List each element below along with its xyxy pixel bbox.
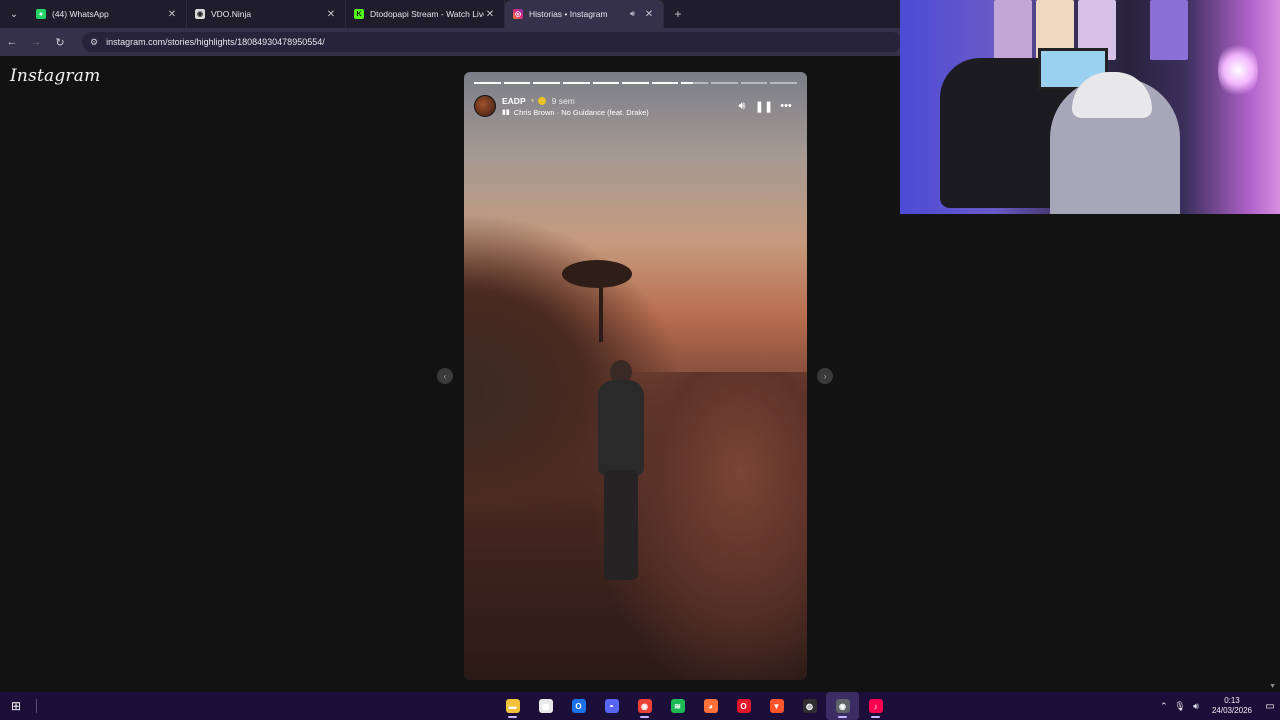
speaker-icon[interactable]: 🔊︎ — [1188, 701, 1204, 712]
volume-icon[interactable]: 🔊︎ — [731, 100, 753, 113]
previous-story-arrow-icon[interactable]: ‹ — [437, 368, 453, 384]
taskbar-app-button[interactable]: ◓ — [595, 692, 628, 720]
url-text: instagram.com/stories/highlights/1808493… — [106, 37, 325, 47]
obs-icon: ◍ — [802, 699, 817, 713]
story-progress-segment — [740, 82, 768, 84]
story-time-ago: 9 sem — [551, 95, 575, 106]
speaker-icon[interactable]: 🔊︎ — [630, 9, 635, 19]
outlook-icon: O — [571, 699, 586, 713]
story-username[interactable]: EADP — [502, 96, 526, 106]
story-progress-segment — [651, 82, 679, 84]
taskbar-app-button[interactable]: ♪ — [859, 692, 892, 720]
discord-icon: ◓ — [604, 699, 619, 713]
story-song[interactable]: Chris Brown · No Guidance (feat. Drake) — [514, 108, 649, 117]
lamp-glow — [1218, 40, 1258, 100]
story-progress-segment — [474, 82, 501, 84]
more-options-icon[interactable]: ••• — [775, 100, 797, 112]
music-bars-icon: ▮▮ — [502, 109, 510, 116]
tab-title: VDO.Ninja — [211, 9, 252, 19]
reload-icon[interactable]: ↻ — [48, 36, 72, 49]
taskbar-separator — [36, 699, 37, 713]
chrome-canary-icon: ◉ — [835, 699, 850, 713]
avatar[interactable] — [474, 95, 496, 117]
tab-title: (44) WhatsApp — [52, 9, 109, 19]
show-hidden-icons-chevron-icon[interactable]: ⌃ — [1156, 701, 1172, 712]
story-progress-segment — [592, 82, 620, 84]
poster-image — [1150, 0, 1188, 60]
scroll-down-chevron-icon[interactable]: ▼ — [1269, 683, 1276, 690]
clock-time: 0:13 — [1224, 696, 1240, 705]
story-progress-segment — [711, 82, 738, 84]
microphone-icon[interactable]: 🎙︎ — [1172, 701, 1188, 712]
story-progress-segment — [681, 82, 709, 84]
taskbar-app-button[interactable]: ▼ — [760, 692, 793, 720]
story-progress-bar — [474, 82, 798, 84]
taskbar-app-button[interactable]: ◉ — [628, 692, 661, 720]
close-icon[interactable]: ✕ — [484, 9, 496, 20]
file-explorer-icon: ▬ — [505, 699, 520, 713]
taskbar-apps: ▬ ▦ O ◓ ◉ ≋ ◕ O ▼ ◍ ◉ ♪ — [496, 692, 892, 720]
tab-kick-stream[interactable]: K Dtodopapi Stream - Watch Live ✕ — [346, 0, 505, 28]
instagram-icon: ◎ — [513, 9, 523, 19]
tab-vdoninja[interactable]: ◉ VDO.Ninja ✕ — [187, 0, 346, 28]
taskbar-app-button[interactable]: ◉ — [826, 692, 859, 720]
tab-search-chevron-icon[interactable]: ⌄ — [4, 4, 24, 24]
taskbar-app-button[interactable]: ◕ — [694, 692, 727, 720]
tab-title: Dtodopapi Stream - Watch Live — [370, 9, 484, 19]
poster-image — [994, 0, 1032, 60]
taskbar-app-button[interactable]: ▦ — [529, 692, 562, 720]
tab-title: Historias • Instagram — [529, 9, 608, 19]
clock[interactable]: 0:13 24/03/2026 — [1212, 696, 1252, 716]
story-progress-segment — [533, 82, 560, 84]
story-header: EADP ♆ 9 sem ▮▮ Chris Brown · No Guidanc… — [474, 92, 797, 120]
story-progress-segment — [503, 82, 531, 84]
story-image-palm-top — [562, 260, 632, 288]
taskbar-app-button[interactable]: O — [727, 692, 760, 720]
instagram-logo[interactable]: Instagram — [10, 66, 100, 86]
firefox-icon: ◕ — [703, 699, 718, 713]
vdoninja-icon: ◉ — [195, 9, 205, 19]
story-viewer[interactable]: EADP ♆ 9 sem ▮▮ Chris Brown · No Guidanc… — [464, 72, 807, 680]
spotify-icon: ≋ — [670, 699, 685, 713]
taskbar-app-button[interactable]: O — [562, 692, 595, 720]
person-emoji-icon: ♆ — [529, 96, 536, 105]
url-input[interactable]: ⚙︎ instagram.com/stories/highlights/1808… — [82, 32, 902, 52]
forward-arrow-icon[interactable]: → — [24, 36, 48, 48]
story-progress-segment — [562, 82, 590, 84]
tab-instagram[interactable]: ◎ Historias • Instagram 🔊︎ ✕ — [505, 0, 664, 28]
back-arrow-icon[interactable]: ← — [0, 36, 24, 48]
taskbar-app-button[interactable]: ≋ — [661, 692, 694, 720]
brave-icon: ▼ — [769, 699, 784, 713]
webcam-overlay — [900, 0, 1280, 214]
taskbar-app-button[interactable]: ▬ — [496, 692, 529, 720]
tiktok-icon: ♪ — [868, 699, 883, 713]
story-progress-segment — [622, 82, 649, 84]
kick-icon: K — [354, 9, 364, 19]
screen: ⌄ ● (44) WhatsApp ✕ ◉ VDO.Ninja ✕ K Dtod… — [0, 0, 1280, 720]
windows-start-icon[interactable]: ⊞ — [0, 699, 32, 713]
emoji-badge-icon — [537, 96, 546, 105]
clock-date: 24/03/2026 — [1211, 706, 1252, 715]
chrome-icon: ◉ — [637, 699, 652, 713]
whatsapp-icon: ● — [36, 9, 46, 19]
notification-icon[interactable]: ▭ — [1260, 701, 1280, 712]
site-info-icon[interactable]: ⚙︎ — [90, 37, 98, 48]
close-icon[interactable]: ✕ — [643, 9, 655, 20]
taskbar: ⊞ ▬ ▦ O ◓ ◉ ≋ ◕ O ▼ ◍ ◉ ♪ ⌃ 🎙︎ 🔊︎ 0:13 24/03/2026 ▭ — [0, 692, 1280, 720]
story-image-person — [592, 360, 652, 585]
opera-icon: O — [736, 699, 751, 713]
close-icon[interactable]: ✕ — [325, 9, 337, 20]
next-story-arrow-icon[interactable]: › — [817, 368, 833, 384]
tab-whatsapp[interactable]: ● (44) WhatsApp ✕ — [28, 0, 187, 28]
pause-icon[interactable]: ❚❚ — [753, 100, 775, 113]
system-tray: ⌃ 🎙︎ 🔊︎ 0:13 24/03/2026 ▭ — [1156, 692, 1280, 720]
taskbar-app-button[interactable]: ◍ — [793, 692, 826, 720]
story-progress-segment — [770, 82, 798, 84]
new-tab-plus-icon[interactable]: + — [668, 7, 688, 21]
close-icon[interactable]: ✕ — [166, 9, 178, 20]
microsoft-store-icon: ▦ — [538, 699, 553, 713]
